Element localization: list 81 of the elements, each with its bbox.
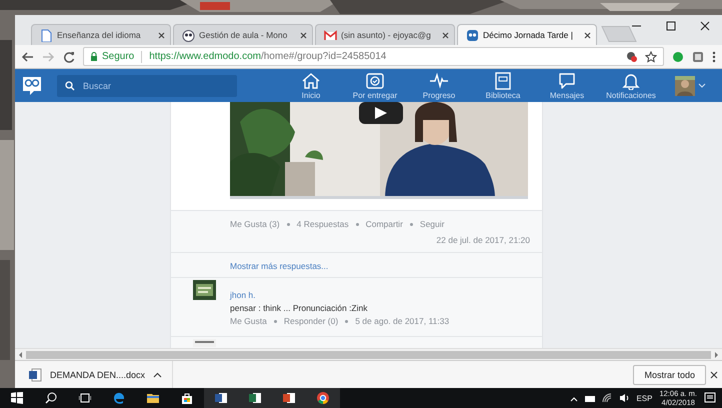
mail-icon	[324, 28, 337, 42]
scroll-right-icon	[714, 352, 719, 358]
document-icon	[40, 28, 53, 42]
close-icon[interactable]	[584, 32, 591, 38]
scrollbar-thumb[interactable]	[26, 350, 711, 358]
windows-start-icon[interactable]	[11, 392, 23, 404]
separator-dot	[274, 320, 277, 322]
battery-icon	[585, 394, 596, 402]
nav-item[interactable]: Mensajes	[537, 71, 597, 100]
pulse-icon	[429, 71, 449, 90]
maximize-icon	[666, 21, 676, 31]
browser-tab[interactable]: Gestión de aula - Mono	[173, 24, 313, 45]
close-icon[interactable]	[300, 32, 307, 38]
wifi-icon	[602, 393, 612, 403]
caret-icon	[153, 372, 162, 378]
search-icon	[65, 80, 75, 90]
reload-icon	[63, 50, 75, 62]
url-text: https://www.edmodo.com/home#/group?id=24585014	[149, 51, 386, 62]
star-icon	[645, 50, 657, 62]
owl-icon	[182, 28, 195, 42]
reply-action-link[interactable]: Responder (0)	[284, 316, 338, 326]
word-icon[interactable]	[215, 392, 227, 404]
camera-check-icon	[365, 71, 385, 90]
forward-icon	[42, 50, 55, 62]
post-action-link[interactable]: Me Gusta (3)	[230, 219, 280, 229]
nav-item[interactable]: Biblioteca	[473, 71, 533, 100]
show-more-replies-link[interactable]: Mostrar más respuestas...	[230, 261, 328, 277]
chat-icon	[557, 71, 577, 90]
nav-item[interactable]: Inicio	[281, 71, 341, 100]
back-icon	[21, 50, 34, 62]
extension-icon	[672, 50, 684, 62]
post-action-link[interactable]: Compartir	[366, 219, 403, 229]
nav-item[interactable]: Por entregar	[345, 71, 405, 100]
edmodo-logo-icon	[466, 28, 479, 42]
post-action-link[interactable]: Seguir	[420, 219, 444, 229]
separator-dot	[356, 222, 359, 226]
reply-timestamp: 5 de ago. de 2017, 11:33	[355, 316, 450, 326]
edmodo-logo-icon	[21, 74, 43, 96]
nav-item[interactable]: Notificaciones	[601, 71, 661, 100]
close-icon	[710, 370, 718, 378]
task-view-icon[interactable]	[79, 392, 91, 404]
separator-dot	[410, 222, 413, 226]
reply-text: pensar : think ... Pronunciación :Zink	[230, 303, 368, 313]
close-icon	[700, 21, 710, 31]
folder-icon[interactable]	[147, 392, 159, 404]
book-icon	[493, 71, 513, 90]
browser-tab[interactable]: Décimo Jornada Tarde |	[457, 24, 597, 45]
excel-icon[interactable]	[249, 392, 261, 404]
reply-author[interactable]: jhon h.	[230, 290, 530, 300]
search-field[interactable]: Buscar	[57, 74, 237, 96]
extension-icon	[692, 50, 704, 62]
home-icon	[301, 71, 321, 90]
language-indicator[interactable]: ESP	[636, 394, 652, 402]
post-action-link[interactable]: 4 Respuestas	[296, 219, 349, 229]
separator-dot	[286, 222, 290, 226]
show-all-button[interactable]: Mostrar todo	[633, 364, 706, 384]
blocked-popup-icon	[626, 51, 637, 62]
post-timestamp: 22 de jul. de 2017, 21:20	[435, 235, 530, 247]
address-bar[interactable]: Seguro https://www.edmodo.com/home#/group?id=24585014	[83, 47, 664, 66]
nav-item[interactable]: Progreso	[409, 71, 469, 100]
browser-tab[interactable]: (sin asunto) - ejoyac@g	[315, 24, 455, 45]
avatar-icon	[675, 76, 695, 96]
lock-icon	[90, 52, 98, 62]
chrome-icon[interactable]	[317, 392, 329, 404]
notifications-icon	[704, 392, 716, 404]
word-document-icon	[29, 368, 42, 382]
caret-icon	[698, 83, 706, 88]
edge-icon[interactable]	[113, 392, 125, 404]
store-icon[interactable]	[181, 392, 193, 404]
browser-tab[interactable]: Enseñanza del idioma	[31, 24, 171, 45]
scroll-left-icon	[18, 352, 23, 358]
separator-dot	[345, 320, 348, 322]
reply-action-link[interactable]: Me Gusta	[230, 316, 267, 326]
security-label: Seguro	[102, 51, 134, 62]
caret-icon	[570, 394, 578, 402]
powerpoint-icon[interactable]	[283, 392, 295, 404]
search-icon[interactable]	[45, 392, 57, 404]
menu-icon	[712, 50, 716, 62]
speaker-icon	[619, 393, 630, 403]
close-icon[interactable]	[442, 32, 449, 38]
close-icon[interactable]	[158, 32, 165, 38]
